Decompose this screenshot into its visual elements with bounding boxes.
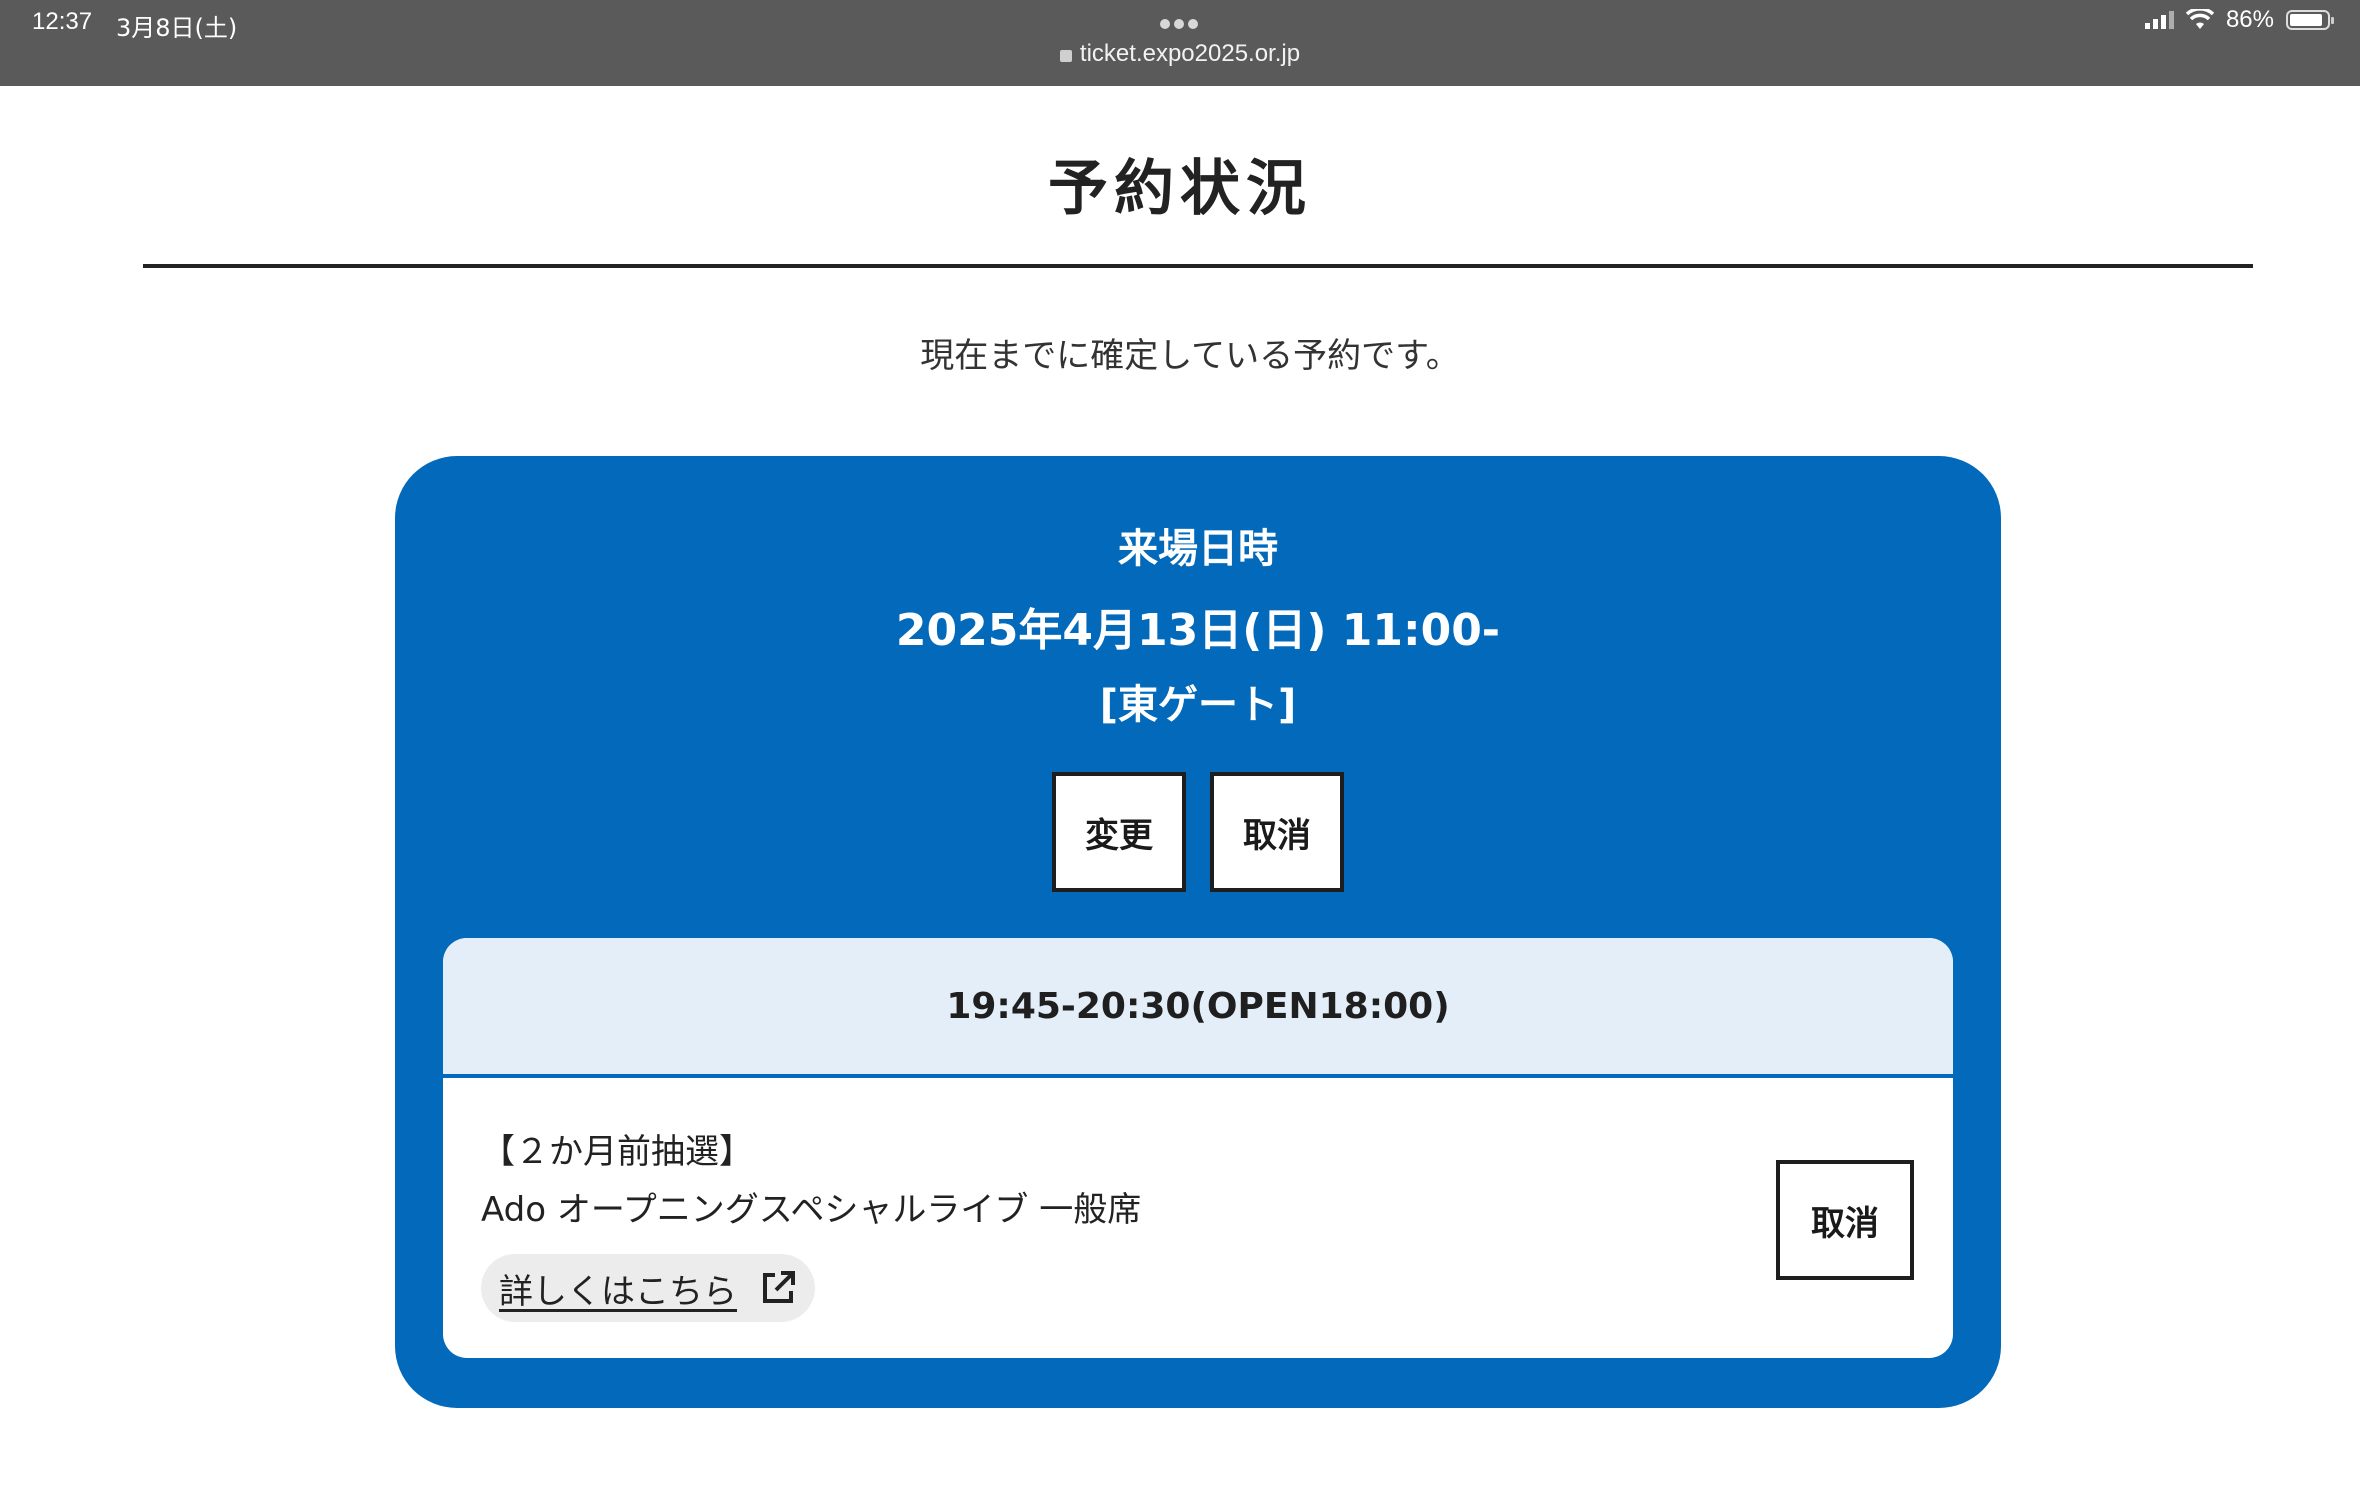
status-indicators: 86% [2144,6,2334,34]
more-dots-icon[interactable] [1160,14,1204,29]
cancel-event-button[interactable]: 取消 [1776,1160,1914,1280]
event-panel: 19:45-20:30(OPEN18:00) 【２か月前抽選】 Ado オープニ… [443,938,1953,1358]
browser-status-bar: 12:37 3月8日(土) ticket.expo2025.or.jp 86% [0,0,2360,86]
details-link-label: 詳しくはこちら [499,1271,737,1312]
cancel-reservation-button[interactable]: 取消 [1210,772,1344,892]
visit-label: 来場日時 [1118,526,1278,572]
intro-text: 現在までに確定している予約です。 [920,336,1460,376]
event-time: 19:45-20:30(OPEN18:00) [443,938,1953,1078]
lock-icon [1059,50,1072,62]
visit-gate: [東ゲート] [1099,682,1297,728]
visit-datetime: 2025年4月13日(日) 11:00- [895,605,1501,656]
event-lottery-type: 【２か月前抽選】 [481,1132,753,1172]
url-text: ticket.expo2025.or.jp [1079,40,1301,67]
address-bar[interactable]: ticket.expo2025.or.jp [0,40,2360,68]
reservation-card: 来場日時 2025年4月13日(日) 11:00- [東ゲート] 変更 取消 1… [395,456,2001,1408]
battery-icon [2286,10,2334,30]
page-title: 予約状況 [1048,154,1312,224]
external-link-icon [763,1271,795,1303]
cellular-signal-icon [2144,11,2174,29]
battery-percent: 86% [2225,6,2274,33]
status-date: 3月8日(土) [116,14,238,42]
event-name: Ado オープニングスペシャルライブ 一般席 [481,1190,1142,1230]
wifi-icon [2185,9,2214,29]
title-divider [143,264,2253,268]
status-time: 12:37 [32,8,93,35]
change-button[interactable]: 変更 [1052,772,1186,892]
details-link[interactable]: 詳しくはこちら [481,1254,815,1322]
